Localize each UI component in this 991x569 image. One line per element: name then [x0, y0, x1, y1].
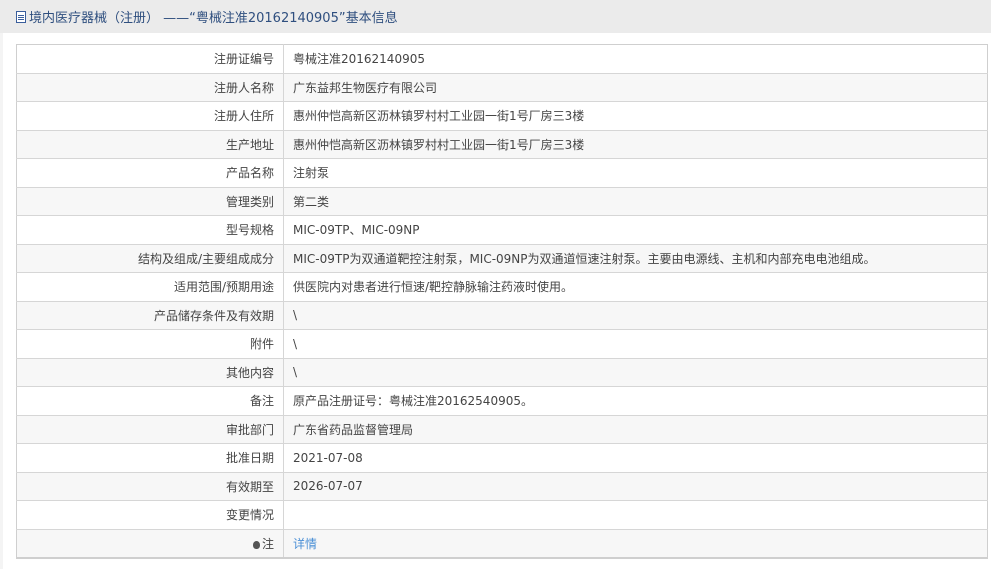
row-label: 产品储存条件及有效期 — [16, 301, 284, 330]
row-label: 有效期至 — [16, 472, 284, 501]
row-value: 广东益邦生物医疗有限公司 — [283, 73, 988, 102]
table-row: 审批部门 广东省药品监督管理局 — [16, 415, 988, 444]
table-row: 注册人名称 广东益邦生物医疗有限公司 — [16, 73, 988, 102]
table-row-note: 注 详情 — [16, 529, 988, 559]
row-label: 注册证编号 — [16, 44, 284, 74]
info-table: 注册证编号 粤械注准20162140905 注册人名称 广东益邦生物医疗有限公司 注册人… — [16, 44, 988, 559]
row-value: MIC-09TP为双通道靶控注射泵，MIC-09NP为双通道恒速注射泵。主要由电… — [283, 244, 988, 273]
row-label: 结构及组成/主要组成成分 — [16, 244, 284, 273]
row-label: 其他内容 — [16, 358, 284, 387]
row-value: 详情 — [283, 529, 988, 559]
table-row: 注册证编号 粤械注准20162140905 — [16, 44, 988, 74]
table-row: 其他内容 \ — [16, 358, 988, 387]
table-row: 附件 \ — [16, 329, 988, 359]
row-label: 备注 — [16, 386, 284, 416]
page-title: 境内医疗器械（注册） ——“粤械注准20162140905”基本信息 — [16, 7, 398, 26]
row-label: 批准日期 — [16, 443, 284, 473]
row-label: 注册人住所 — [16, 101, 284, 131]
row-value: \ — [283, 329, 988, 359]
row-value: MIC-09TP、MIC-09NP — [283, 215, 988, 245]
page-header: 境内医疗器械（注册） ——“粤械注准20162140905”基本信息 — [0, 0, 991, 33]
row-label: 产品名称 — [16, 158, 284, 188]
table-row: 有效期至 2026-07-07 — [16, 472, 988, 501]
table-row: 备注 原产品注册证号：粤械注准20162540905。 — [16, 386, 988, 416]
row-label: 变更情况 — [16, 500, 284, 530]
row-value: 第二类 — [283, 187, 988, 216]
row-value: 2021-07-08 — [283, 443, 988, 473]
row-label: 管理类别 — [16, 187, 284, 216]
table-row: 产品储存条件及有效期 \ — [16, 301, 988, 330]
table-row: 批准日期 2021-07-08 — [16, 443, 988, 473]
page-title-text: 境内医疗器械（注册） ——“粤械注准20162140905”基本信息 — [29, 11, 398, 26]
row-value: \ — [283, 358, 988, 387]
info-panel: 注册证编号 粤械注准20162140905 注册人名称 广东益邦生物医疗有限公司 注册人… — [3, 33, 991, 569]
row-value: 注射泵 — [283, 158, 988, 188]
row-value: 原产品注册证号：粤械注准20162540905。 — [283, 386, 988, 416]
row-value: 粤械注准20162140905 — [283, 44, 988, 74]
table-row: 结构及组成/主要组成成分 MIC-09TP为双通道靶控注射泵，MIC-09NP为双… — [16, 244, 988, 273]
row-label: 附件 — [16, 329, 284, 359]
table-row: 生产地址 惠州仲恺高新区沥林镇罗村村工业园一街1号厂房三3楼 — [16, 130, 988, 159]
row-label: 审批部门 — [16, 415, 284, 444]
row-label: 适用范围/预期用途 — [16, 272, 284, 302]
table-row: 变更情况 — [16, 500, 988, 530]
row-value: 惠州仲恺高新区沥林镇罗村村工业园一街1号厂房三3楼 — [283, 101, 988, 131]
table-row: 管理类别 第二类 — [16, 187, 988, 216]
row-value: 2026-07-07 — [283, 472, 988, 501]
row-value: 广东省药品监督管理局 — [283, 415, 988, 444]
row-value: \ — [283, 301, 988, 330]
table-row: 适用范围/预期用途 供医院内对患者进行恒速/靶控静脉输注药液时使用。 — [16, 272, 988, 302]
row-value: 供医院内对患者进行恒速/靶控静脉输注药液时使用。 — [283, 272, 988, 302]
row-value — [283, 500, 988, 530]
note-label: 注 — [261, 536, 274, 551]
table-row: 型号规格 MIC-09TP、MIC-09NP — [16, 215, 988, 245]
row-label: 注册人名称 — [16, 73, 284, 102]
table-row: 注册人住所 惠州仲恺高新区沥林镇罗村村工业园一街1号厂房三3楼 — [16, 101, 988, 131]
document-icon — [16, 10, 26, 23]
row-label: 型号规格 — [16, 215, 284, 245]
row-value: 惠州仲恺高新区沥林镇罗村村工业园一街1号厂房三3楼 — [283, 130, 988, 159]
lightbulb-icon — [252, 540, 260, 549]
table-row: 产品名称 注射泵 — [16, 158, 988, 188]
details-link[interactable]: 详情 — [293, 537, 317, 551]
row-label: 生产地址 — [16, 130, 284, 159]
row-label: 注 — [16, 529, 284, 559]
